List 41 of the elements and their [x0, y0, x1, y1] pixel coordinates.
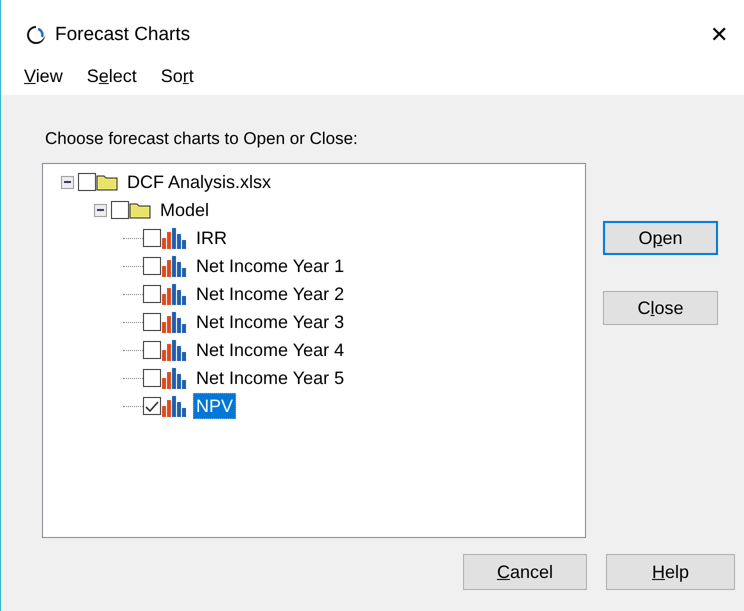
dialog-button[interactable]: Open [603, 221, 718, 255]
checkbox[interactable] [143, 285, 161, 303]
collapse-toggle[interactable] [94, 204, 107, 216]
tree-item[interactable]: Net Income Year 3 [193, 309, 348, 335]
checkbox[interactable] [143, 341, 161, 359]
tree-item[interactable]: Model [157, 197, 212, 223]
tree-item[interactable]: NPV [193, 393, 236, 419]
tree-item[interactable]: DCF Analysis.xlsx [124, 169, 274, 195]
tree-item[interactable]: Net Income Year 2 [193, 281, 348, 307]
checkbox[interactable] [143, 257, 161, 275]
menu-item[interactable]: View [24, 66, 63, 87]
bar-chart-icon [161, 254, 187, 278]
menu-item[interactable]: Sort [160, 66, 194, 87]
tree-item[interactable]: Net Income Year 5 [193, 365, 348, 391]
collapse-toggle[interactable] [61, 176, 74, 188]
dialog-button[interactable]: Help [606, 554, 735, 590]
close-button[interactable]: ✕ [702, 18, 736, 52]
checkbox[interactable] [78, 173, 96, 191]
window-title: Forecast Charts [55, 24, 190, 46]
bar-chart-icon [161, 282, 187, 306]
check-icon [144, 399, 159, 414]
bar-chart-icon [161, 366, 187, 390]
folder-icon [96, 173, 118, 191]
dialog-button[interactable]: Close [603, 291, 718, 325]
checkbox[interactable] [143, 369, 161, 387]
tree-item[interactable]: Net Income Year 4 [193, 337, 348, 363]
instruction-text: Choose forecast charts to Open or Close: [45, 129, 359, 149]
bar-chart-icon [161, 310, 187, 334]
checkbox[interactable] [111, 201, 129, 219]
checkbox[interactable] [143, 397, 161, 415]
menu-item[interactable]: Select [86, 66, 137, 87]
checkbox[interactable] [143, 229, 161, 247]
tree-item[interactable]: Net Income Year 1 [193, 253, 348, 279]
tree-item[interactable]: IRR [193, 225, 230, 251]
dialog-button[interactable]: Cancel [463, 554, 587, 590]
checkbox[interactable] [143, 313, 161, 331]
bar-chart-icon [161, 226, 187, 250]
app-logo-icon [25, 24, 47, 46]
bar-chart-icon [161, 394, 187, 418]
bar-chart-icon [161, 338, 187, 362]
folder-icon [129, 201, 151, 219]
